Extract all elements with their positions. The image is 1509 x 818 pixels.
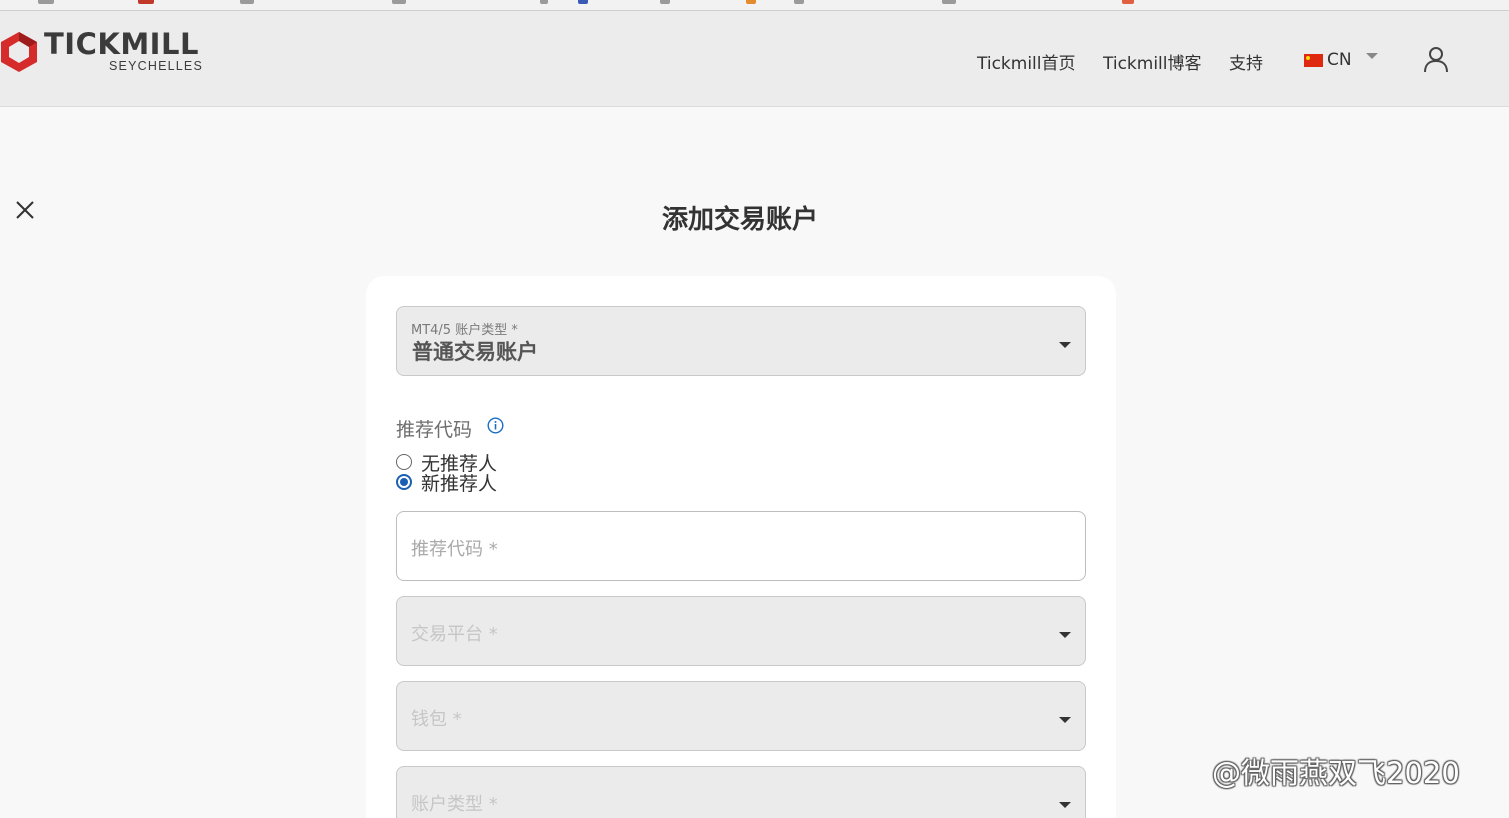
- trading-platform-placeholder: 交易平台 *: [411, 624, 498, 645]
- referral-code-placeholder: 推荐代码 *: [411, 539, 498, 560]
- browser-tab-strip: [0, 0, 1509, 11]
- radio-new-referrer-label: 新推荐人: [421, 472, 498, 495]
- brand-region: SEYCHELLES: [109, 59, 203, 73]
- wallet-placeholder: 钱包 *: [411, 709, 462, 730]
- wallet-select[interactable]: 钱包 *: [396, 681, 1086, 751]
- account-type-value: 普通交易账户: [412, 340, 538, 364]
- chevron-down-icon[interactable]: [1366, 53, 1378, 59]
- chevron-down-icon: [1059, 632, 1071, 638]
- add-account-form-card: MT4/5 账户类型 * 普通交易账户 推荐代码 无推荐人 新推荐人 推荐代码 …: [366, 276, 1116, 818]
- watermark-text: @微雨燕双飞2020: [1212, 756, 1460, 790]
- user-icon[interactable]: [1422, 45, 1450, 73]
- trading-platform-select[interactable]: 交易平台 *: [396, 596, 1086, 666]
- chevron-down-icon: [1059, 717, 1071, 723]
- account-kind-placeholder: 账户类型 *: [411, 794, 498, 815]
- china-flag-icon: [1304, 53, 1323, 67]
- nav-blog-link[interactable]: Tickmill博客: [1103, 49, 1202, 74]
- tickmill-logo[interactable]: TICKMILL SEYCHELLES: [0, 27, 210, 75]
- site-header: TICKMILL SEYCHELLES Tickmill首页 Tickmill博…: [0, 11, 1509, 107]
- brand-name: TICKMILL: [44, 27, 199, 61]
- referral-code-input[interactable]: 推荐代码 *: [396, 511, 1086, 581]
- nav-home-link[interactable]: Tickmill首页: [977, 49, 1076, 74]
- tickmill-logo-icon: [1, 32, 37, 72]
- language-selector[interactable]: CN: [1304, 49, 1352, 71]
- radio-new-referrer[interactable]: 新推荐人: [396, 472, 497, 495]
- chevron-down-icon: [1059, 342, 1071, 348]
- radio-button-checked[interactable]: [396, 474, 412, 490]
- account-kind-select[interactable]: 账户类型 *: [396, 766, 1086, 818]
- referral-section-label: 推荐代码: [396, 419, 473, 441]
- chevron-down-icon: [1059, 802, 1071, 808]
- page-title: 添加交易账户: [661, 205, 818, 235]
- radio-button[interactable]: [396, 454, 412, 470]
- account-type-select[interactable]: MT4/5 账户类型 * 普通交易账户: [396, 306, 1086, 376]
- info-icon[interactable]: [487, 417, 504, 434]
- language-label: CN: [1327, 50, 1352, 70]
- nav-support-link[interactable]: 支持: [1229, 49, 1263, 74]
